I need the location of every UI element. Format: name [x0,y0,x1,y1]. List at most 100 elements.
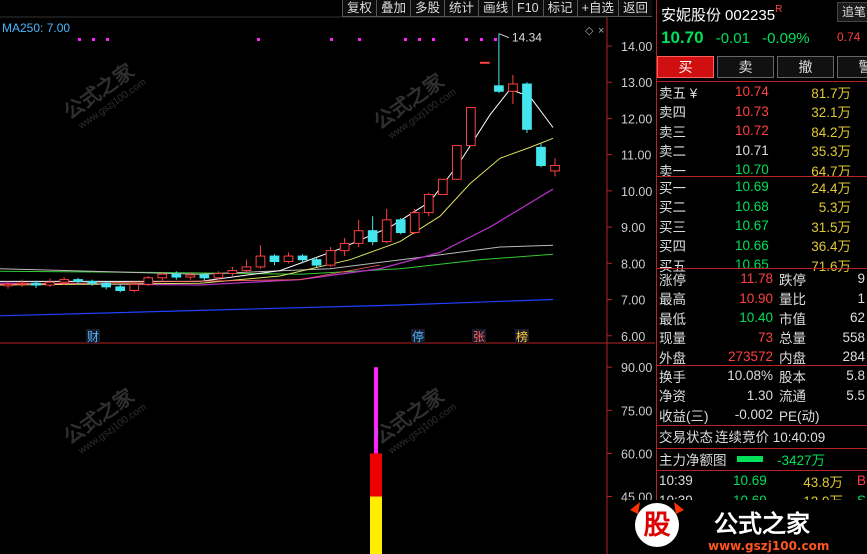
candle-body [297,255,308,261]
kline-chart[interactable]: 14.00 13.00 12.00 11.00 10.00 9.00 8.00 7.00 6.0… [0,0,655,554]
candle-body [45,281,55,286]
asks-price: 10.71 [735,142,769,158]
signal-dot [257,38,260,41]
tick-row: 10:39 10.69 43.8万 B [657,471,867,491]
stat-value-2: 5.5 [846,387,865,403]
sub-indicator-bar [370,453,382,497]
stat-value: 10.40 [739,310,773,326]
candle-body [367,230,378,243]
buy-button[interactable]: 买 [657,56,714,78]
candle-body [87,280,98,284]
stock-title: 安妮股份 002235R [661,4,782,25]
toolbar-stats-button[interactable]: 统计 [444,0,479,17]
candle-body [227,270,238,274]
stat-label-2: 股本 [779,369,806,385]
candle-body [465,107,476,147]
price-change-pct: -0.09% [762,30,810,47]
diamond-icon[interactable]: ◇ [585,25,594,37]
bids-row[interactable]: 买三 10.67 31.5万 [657,216,867,236]
stat-label: 外盘 [659,350,686,366]
stat-value: 10.90 [739,290,773,306]
asks-row[interactable]: 卖五 ¥ 10.74 81.7万 [657,82,867,102]
stats-block-2: 换手 10.08% 股本 5.8 净资 1.30 流通 5.5 收益(三) -0.002 PE(动) [657,365,867,425]
signal-dot [106,38,109,41]
price-axis-label: 7.00 [621,294,645,308]
tick-price: 10.69 [733,473,767,489]
asks-label: 卖三 [659,124,686,140]
candle-body [185,274,196,278]
stat-value-2: 284 [842,349,865,365]
toolbar-fuquan-button[interactable]: 复权 [342,0,377,17]
candle-body [480,61,490,64]
stat-row: 现量 73 总量 558 [657,328,867,348]
toolbar-multistock-button[interactable]: 多股 [410,0,445,17]
event-tag[interactable]: 停 [412,329,424,344]
stat-value: -0.002 [734,407,773,423]
bids-row[interactable]: 买一 10.69 24.4万 [657,177,867,197]
stat-row: 最低 10.40 市值 62 [657,308,867,328]
stock-name: 安妮股份 [661,7,722,24]
stat-value-2: 9 [857,271,865,287]
tick-side: B [857,473,867,489]
stat-label: 最高 [659,292,686,308]
ma250-line [0,298,554,317]
price-axis-label: 14.00 [621,40,652,54]
candle-body [339,242,350,252]
asks-price: 10.70 [735,162,769,178]
asks-volume: 81.7万 [811,85,851,101]
last-price: 10.70 [661,28,704,47]
asks-row[interactable]: 卖三 10.72 84.2万 [657,121,867,141]
price-axis-label: 6.00 [621,330,645,344]
asks-row[interactable]: 卖四 10.73 32.1万 [657,102,867,122]
asks-row[interactable]: 卖二 10.71 35.3万 [657,141,867,161]
chase-button[interactable]: 追笔 [837,2,867,22]
trade-status-label: 交易状态 [659,429,713,445]
tick-time: 10:39 [659,473,693,489]
candle-body [157,273,168,279]
side-extra-value: 0.74 [837,30,861,44]
sell-button[interactable]: 卖 [717,56,774,78]
asks-price: 10.74 [735,84,769,100]
bids-row[interactable]: 买二 10.68 5.3万 [657,197,867,217]
ma-yellow-line [0,137,554,286]
bids-row[interactable]: 买四 10.66 36.4万 [657,236,867,256]
watermark: 公式之家www.gszj100.com [369,68,458,142]
event-tag[interactable]: 财 [87,330,99,344]
toolbar-mark-button[interactable]: 标记 [542,0,577,17]
stat-label-2: 总量 [779,331,806,347]
candle-body [59,279,69,283]
event-tag[interactable]: 榜 [516,329,528,344]
stat-value: 1.30 [746,387,773,403]
event-tag[interactable]: 张 [473,330,485,344]
asks-volume: 35.3万 [811,144,851,160]
stat-value-2: 62 [849,310,865,326]
stat-label: 收益(三) [659,408,709,424]
alert-button[interactable]: 警 [837,56,867,78]
bids-label: 买三 [659,219,686,235]
toolbar-draw-button[interactable]: 画线 [478,0,513,17]
asks-label: 卖二 [659,144,686,160]
ma250-label: MA250: 7.00 [2,21,70,35]
stat-value: 273572 [727,349,773,365]
bids-price: 10.66 [735,237,769,253]
toolbar-overlay-button[interactable]: 叠加 [376,0,411,17]
stat-row: 涨停 11.78 跌停 9 [657,269,867,289]
tick-volume: 43.8万 [803,474,843,490]
netflow-bar [737,455,763,462]
bids-volume: 36.4万 [811,239,851,255]
toolbar-back-button[interactable]: 返回 [617,0,652,17]
toolbar-f10-button[interactable]: F10 [512,0,543,17]
logo-text: 公式之家 [714,510,810,538]
toolbar-add-watchlist-button[interactable]: +自选 [576,0,618,17]
candle-body [423,193,434,214]
candle-body [550,165,560,172]
stat-row: 收益(三) -0.002 PE(动) [657,405,867,425]
stat-label-2: PE(动) [779,408,820,424]
candle-body [508,83,518,92]
cancel-order-button[interactable]: 撤 [777,56,834,78]
signal-dot [358,38,361,41]
candle-body [241,266,252,272]
close-icon[interactable]: × [598,25,604,37]
candle-body [409,212,420,234]
price-axis-label: 12.00 [621,112,652,126]
